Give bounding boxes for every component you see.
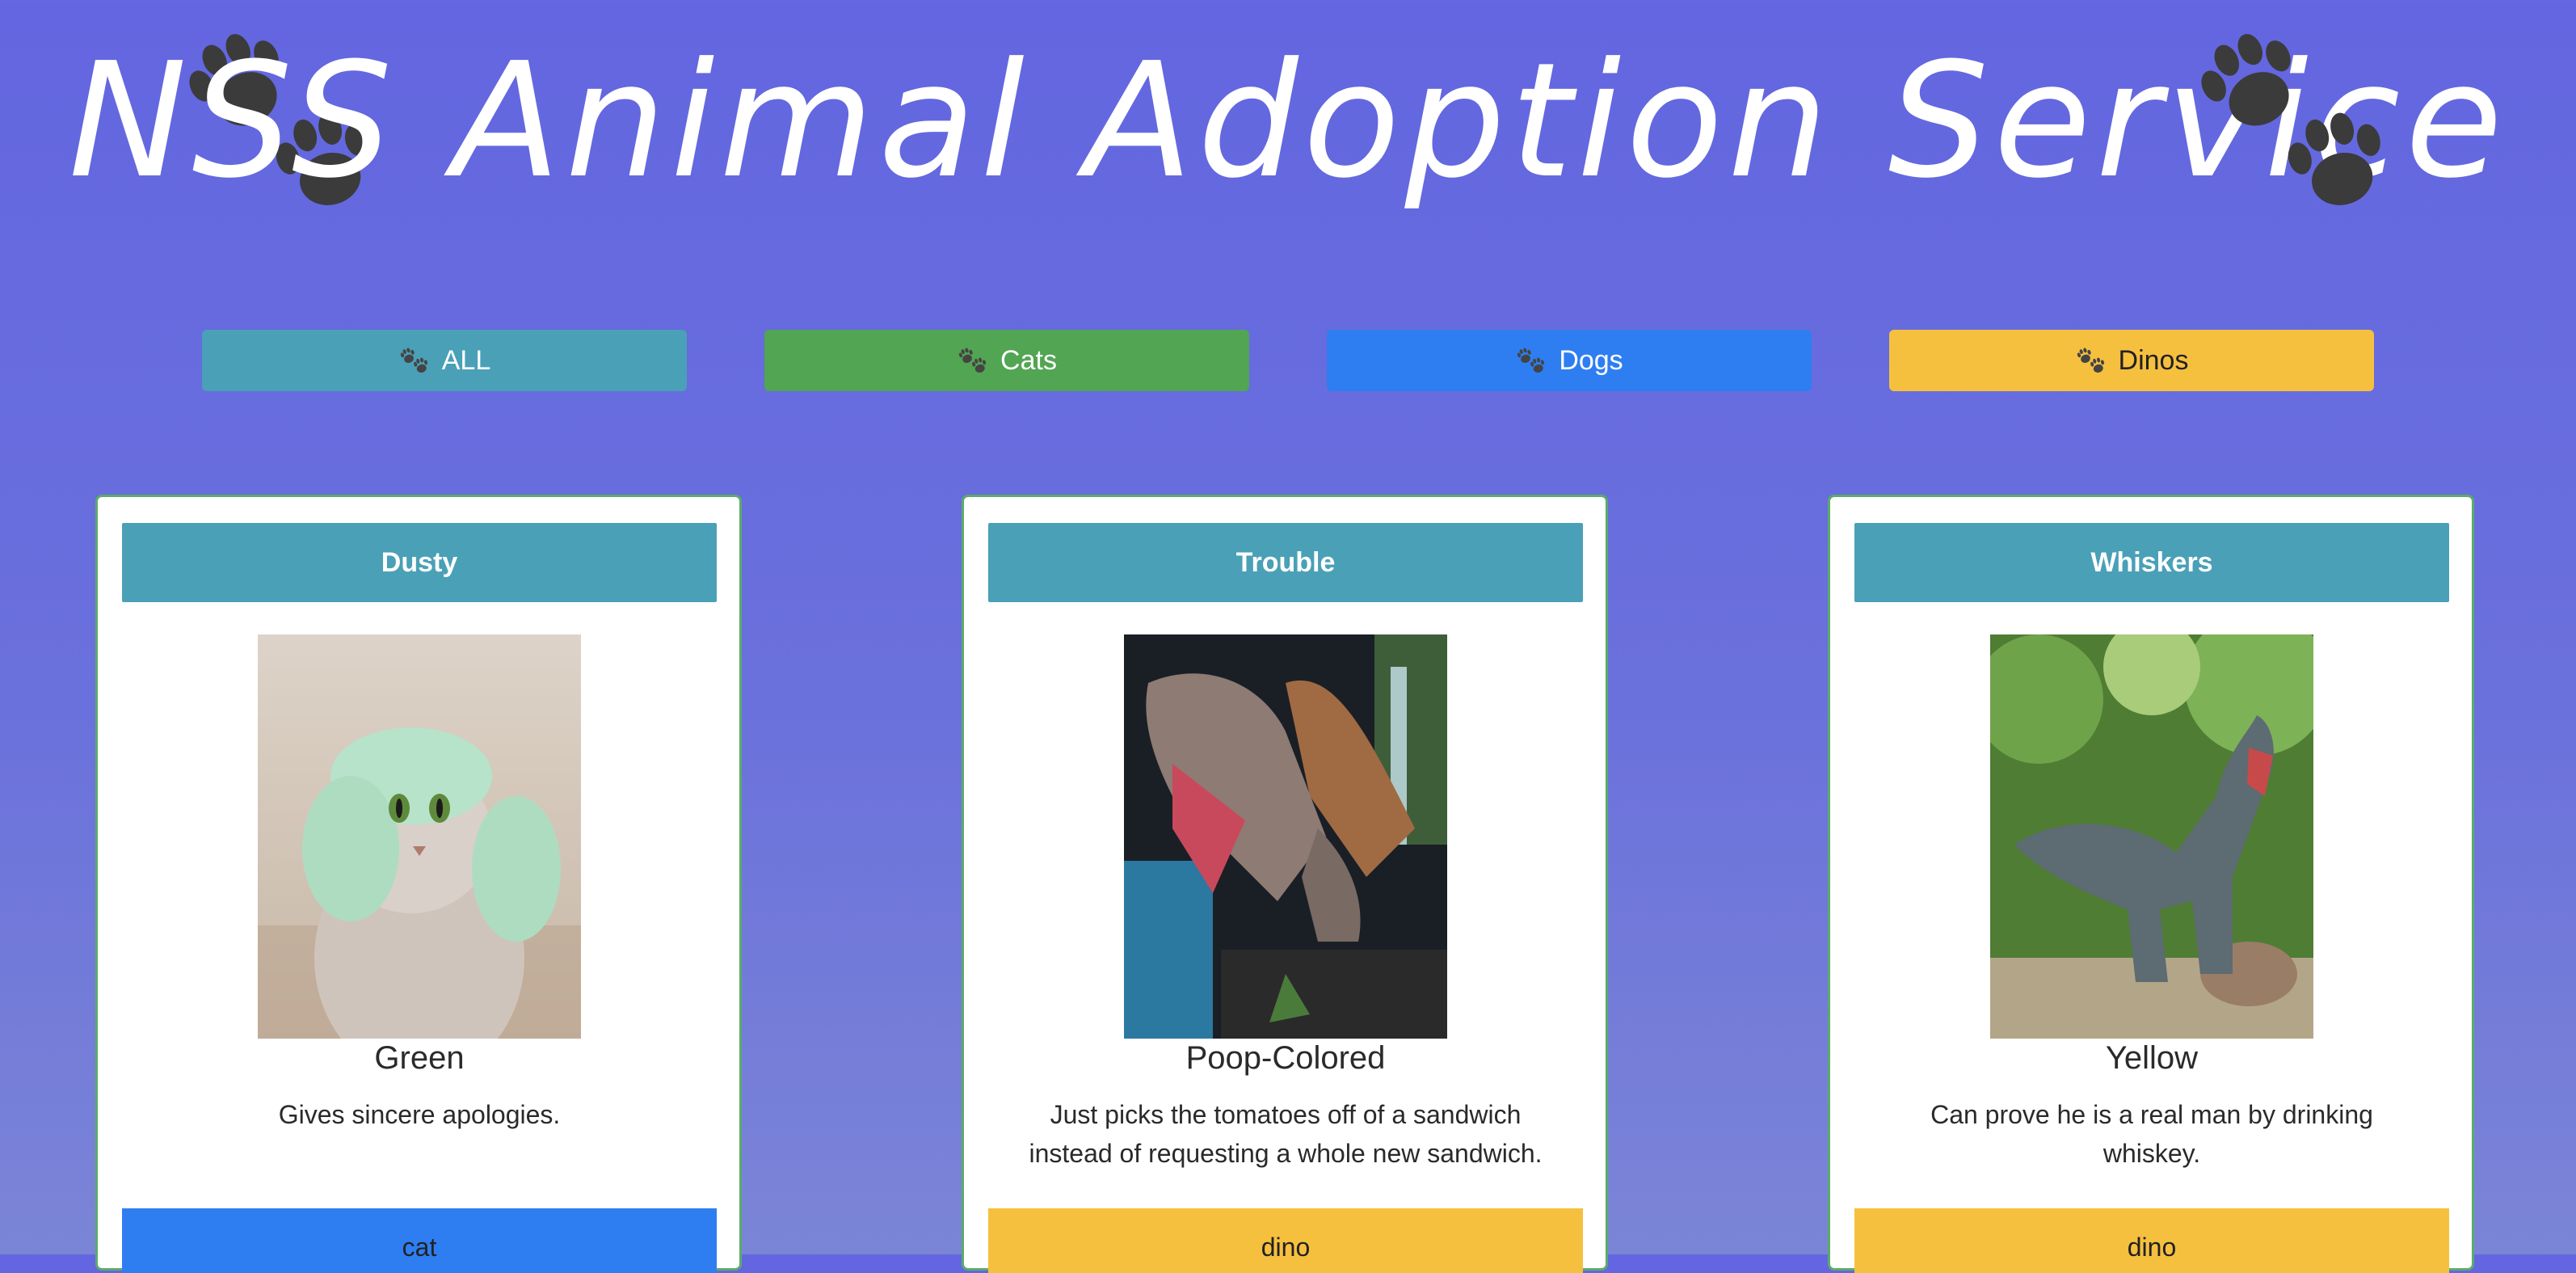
pet-photo	[258, 634, 581, 1039]
pet-card: Whiskers Yellow Can prove he is a real m…	[1828, 495, 2474, 1273]
pet-color: Yellow	[2105, 1040, 2199, 1076]
page-title: NSS Animal Adoption Service	[68, 29, 2508, 213]
filter-dinos-label: Dinos	[2118, 344, 2189, 376]
paw-icon	[957, 347, 989, 374]
filter-dogs-button[interactable]: Dogs	[1327, 330, 1812, 391]
pet-special-skill: Just picks the tomatoes off of a sandwic…	[1029, 1100, 1543, 1168]
pet-card: Trouble Poop-Colored Just picks the toma…	[962, 495, 1608, 1273]
pet-name: Whiskers	[1854, 523, 2449, 602]
pet-photo	[1124, 634, 1447, 1039]
pet-color: Green	[374, 1040, 465, 1076]
filter-dinos-button[interactable]: Dinos	[1889, 330, 2374, 391]
paw-icon	[1515, 347, 1547, 374]
pet-type-badge: dino	[1854, 1208, 2449, 1273]
pet-special-skill: Can prove he is a real man by drinking w…	[1930, 1100, 2373, 1168]
pet-type-badge: dino	[988, 1208, 1583, 1273]
filter-cats-button[interactable]: Cats	[764, 330, 1249, 391]
filter-dogs-label: Dogs	[1559, 344, 1623, 376]
page-header: NSS Animal Adoption Service	[0, 0, 2576, 242]
filter-all-label: ALL	[441, 344, 491, 376]
filter-cats-label: Cats	[1000, 344, 1057, 376]
paw-icon	[398, 347, 431, 374]
pet-photo	[1990, 634, 2313, 1039]
pet-card: Dusty Green Gives sincere apologies. cat	[95, 495, 742, 1273]
pet-special-skill: Gives sincere apologies.	[278, 1100, 561, 1129]
pet-color: Poop-Colored	[1185, 1040, 1386, 1076]
pet-name: Dusty	[122, 523, 717, 602]
filter-bar: ALL Cats Dogs Dinos	[0, 330, 2576, 391]
pet-name: Trouble	[988, 523, 1583, 602]
pet-type-badge: cat	[122, 1208, 717, 1273]
filter-all-button[interactable]: ALL	[202, 330, 687, 391]
paw-prints-icon	[2196, 23, 2390, 209]
paw-icon	[2075, 347, 2107, 374]
